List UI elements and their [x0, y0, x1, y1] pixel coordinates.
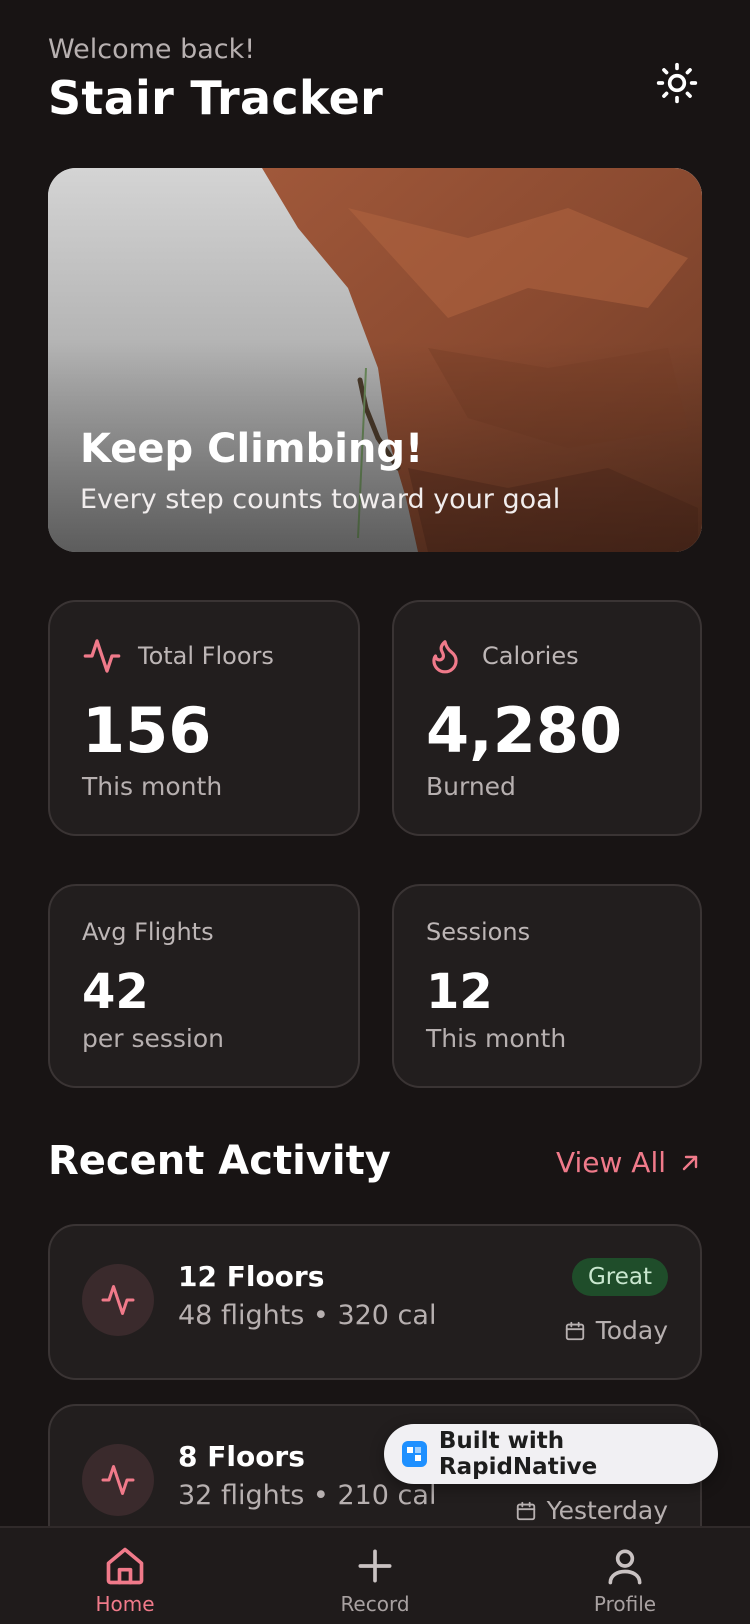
activity-date: Yesterday — [515, 1496, 668, 1525]
tab-label: Record — [340, 1592, 410, 1616]
activity-avatar — [82, 1264, 154, 1336]
stat-label: Calories — [482, 642, 579, 670]
activity-title: 12 Floors — [178, 1260, 325, 1293]
theme-toggle-button[interactable] — [652, 58, 702, 108]
stat-sub: This month — [82, 772, 223, 801]
stat-card-calories: Calories 4,280 Burned — [392, 600, 702, 836]
tab-home[interactable]: Home — [45, 1544, 205, 1616]
view-all-link[interactable]: View All — [556, 1146, 702, 1179]
activity-title: 8 Floors — [178, 1440, 305, 1473]
welcome-text: Welcome back! — [48, 34, 256, 65]
stat-value: 4,280 — [426, 694, 623, 767]
stat-label: Avg Flights — [82, 918, 214, 946]
status-badge: Great — [571, 1258, 668, 1296]
stat-value: 42 — [82, 964, 149, 1020]
stat-sub: This month — [426, 1024, 567, 1053]
calendar-icon — [565, 1321, 584, 1340]
flame-icon — [432, 640, 458, 674]
tab-record[interactable]: Record — [295, 1544, 455, 1616]
stat-sub: per session — [82, 1024, 225, 1053]
bottom-tab-bar: Home Record Profile — [0, 1526, 750, 1624]
activity-date-text: Yesterday — [546, 1496, 668, 1525]
rapidnative-logo-icon — [402, 1441, 427, 1467]
stat-value: 156 — [82, 694, 212, 767]
activity-icon — [83, 639, 121, 673]
activity-icon — [101, 1285, 135, 1315]
arrow-up-right-icon — [682, 1155, 698, 1170]
stat-card-avg-flights: Avg Flights 42 per session — [48, 884, 360, 1088]
hero-banner: Keep Climbing! Every step counts toward … — [48, 168, 702, 552]
rapidnative-badge[interactable]: Built with RapidNative — [384, 1424, 718, 1484]
activity-subtitle: 32 flights • 210 cal — [178, 1480, 437, 1511]
activity-icon — [101, 1465, 135, 1495]
stat-label: Sessions — [426, 918, 531, 946]
tab-profile[interactable]: Profile — [545, 1544, 705, 1616]
stat-label: Total Floors — [138, 642, 274, 670]
plus-icon — [358, 1549, 392, 1583]
list-item[interactable]: 12 Floors 48 flights • 320 cal Great Tod… — [48, 1224, 702, 1380]
calendar-icon — [516, 1501, 535, 1520]
tab-label: Profile — [593, 1592, 657, 1616]
stat-card-total-floors: Total Floors 156 This month — [48, 600, 360, 836]
tab-label: Home — [95, 1592, 155, 1616]
activity-avatar — [82, 1444, 154, 1516]
stat-sub: Burned — [426, 772, 516, 801]
home-icon — [106, 1547, 144, 1585]
activity-subtitle: 48 flights • 320 cal — [178, 1300, 437, 1331]
sun-icon — [656, 62, 698, 104]
user-icon — [608, 1549, 642, 1585]
view-all-label: View All — [555, 1146, 666, 1179]
home-screen: Welcome back! Stair Tracker Keep Climbin… — [0, 0, 750, 1624]
page-title: Stair Tracker — [48, 71, 384, 125]
section-title: Recent Activity — [48, 1138, 391, 1184]
activity-date: Today — [564, 1316, 668, 1345]
rapidnative-label: Built with RapidNative — [438, 1428, 598, 1480]
header: Welcome back! Stair Tracker — [48, 34, 702, 125]
stat-value: 12 — [426, 964, 493, 1020]
hero-title: Keep Climbing! — [80, 426, 424, 472]
stat-card-sessions: Sessions 12 This month — [392, 884, 702, 1088]
activity-date-text: Today — [595, 1316, 668, 1345]
hero-subtitle: Every step counts toward your goal — [80, 484, 561, 515]
